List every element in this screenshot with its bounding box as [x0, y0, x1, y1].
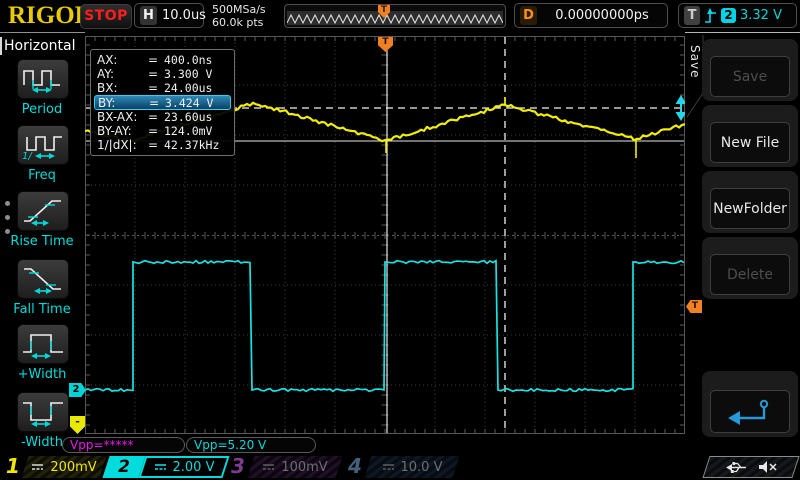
channel-3-scale: 100mV [281, 460, 327, 475]
measurement-vpp-ch2[interactable]: Vpp=5.20 V [186, 437, 316, 453]
menu-item-freq[interactable]: 1/ Freq [0, 125, 85, 183]
menu-item-plus-width[interactable]: +Width [0, 324, 85, 382]
rise-time-icon [21, 196, 65, 226]
sample-rate: 500MSa/s [212, 3, 266, 16]
new-folder-button[interactable]: NewFolder [710, 188, 790, 229]
scroll-dot [5, 229, 10, 234]
trigger-level-value: 3.32 V [740, 8, 782, 23]
trigger-label: T [684, 6, 700, 25]
cursor-measurement-panel: AX:=400.0ns AY:=3.300 V BX:=24.00us BY:=… [90, 49, 235, 156]
cursor-row-by-selected: BY:=3.424 V [94, 95, 231, 110]
menu-item-rise-time[interactable]: Rise Time [0, 191, 85, 249]
memory-depth: 60.0k pts [212, 16, 266, 29]
softkey-slot: NewFolder [702, 171, 798, 233]
channel-status-bar: 1 200mV 2 [0, 455, 800, 480]
measurement-vpp-off[interactable]: Vpp=***** [62, 437, 185, 453]
dc-coupling-icon [31, 462, 44, 472]
menu-title: Horizontal [4, 38, 75, 54]
rigol-logo: RIGOL [8, 2, 91, 30]
svg-text:1/: 1/ [22, 151, 33, 160]
menu-item-fall-time[interactable]: Fall Time [0, 259, 85, 317]
cursor-row-by-ay: BY-AY:=124.0mV [94, 124, 231, 138]
top-status-bar: RIGOL STOP H 10.0us 500MSa/s 60.0k pts T… [0, 0, 800, 32]
channel-1-scale: 200mV [50, 460, 96, 475]
oscilloscope-screen: RIGOL STOP H 10.0us 500MSa/s 60.0k pts T… [0, 0, 800, 480]
softkey-slot: Delete [702, 237, 798, 299]
freq-icon: 1/ [21, 130, 65, 160]
delay-label: D [520, 6, 537, 25]
memory-waveform-preview[interactable]: T [284, 4, 506, 28]
minus-width-icon [21, 397, 65, 427]
softkey-slot: New File [702, 105, 798, 167]
h-label: H [140, 6, 157, 25]
save-button[interactable]: Save [710, 56, 790, 97]
scroll-dot [5, 215, 10, 220]
return-button[interactable] [710, 390, 790, 433]
cursor-row-bx-ax: BX-AX:=23.60us [94, 110, 231, 124]
fall-time-icon [21, 264, 65, 294]
memory-window-band [287, 11, 503, 25]
dc-coupling-icon [262, 462, 275, 472]
menu-title-accent [0, 37, 2, 55]
scroll-dot [5, 201, 10, 206]
delete-button[interactable]: Delete [710, 254, 790, 295]
usb-icon [725, 461, 749, 474]
new-file-button[interactable]: New File [710, 122, 790, 163]
channel-2-number: 2 [106, 456, 142, 478]
delay-value: 0.00000000ps [542, 8, 662, 23]
trigger-status-box: T 2 3.32 V [678, 3, 797, 28]
speaker-muted-icon [758, 460, 777, 474]
softkey-slot: Save [702, 39, 798, 101]
channel-2-scale: 2.00 V [173, 460, 215, 475]
horizontal-scale-box: H 10.0us [134, 3, 204, 28]
preview-waveform [287, 11, 503, 25]
cursor-row-inv-dx: 1/|dX|:=42.37kHz [94, 138, 231, 152]
plus-width-icon [21, 329, 65, 359]
menu-tab-title: Save [688, 45, 702, 78]
channel-4-scale: 10.0 V [401, 460, 443, 475]
softkey-slot [702, 371, 798, 437]
run-stop-status[interactable]: STOP [80, 4, 132, 29]
trigger-source-channel: 2 [721, 8, 736, 23]
menu-item-period[interactable]: Period [0, 59, 85, 117]
dc-coupling-icon [154, 462, 167, 472]
rising-edge-icon [704, 7, 717, 25]
dc-coupling-icon [382, 462, 395, 472]
period-icon [21, 64, 65, 94]
right-menu-panel: Save Save New File NewFolder Delete [685, 32, 800, 456]
system-status-area [702, 456, 799, 478]
measurement-strip: Vpp=***** Vpp=5.20 V [0, 437, 800, 454]
h-scale-value: 10.0us [162, 8, 206, 23]
cursor-row-ay: AY:=3.300 V [94, 67, 231, 81]
return-arrow-icon [724, 398, 776, 426]
delay-box: D 0.00000000ps [514, 3, 668, 28]
cursor-row-bx: BX:=24.00us [94, 81, 231, 95]
acquisition-info: 500MSa/s 60.0k pts [212, 3, 266, 29]
cursor-row-ax: AX:=400.0ns [94, 53, 231, 67]
